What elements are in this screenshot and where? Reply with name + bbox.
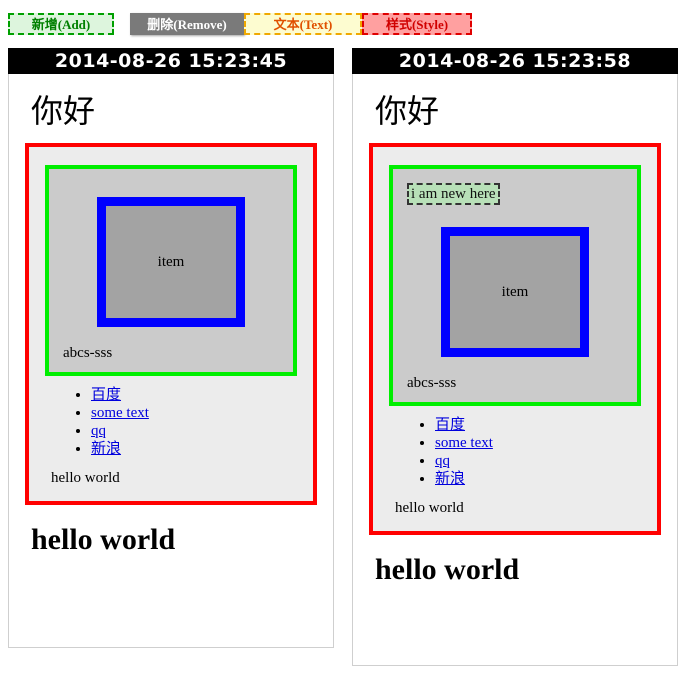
link-baidu[interactable]: 百度 [91,387,121,403]
link-some-text[interactable]: some text [435,435,493,451]
link-qq[interactable]: qq [91,423,106,439]
snapshot-panel-right: 2014-08-26 15:23:58 你好 i am new here ite… [352,48,678,666]
panel-left-greeting: 你好 [31,93,96,129]
list-item: 百度 [435,416,641,434]
remove-button[interactable]: 删除(Remove) [130,13,244,35]
panel-left-timestamp: 2014-08-26 15:23:45 [8,48,334,74]
list-item: 新浪 [435,470,641,488]
panel-left-red-box: item abcs-sss 百度 some text qq 新浪 hello w… [25,143,317,506]
link-some-text[interactable]: some text [91,405,149,421]
list-item: 百度 [91,386,297,404]
list-item: qq [435,452,641,470]
panel-left-abcs-label: abcs-sss [63,345,113,362]
snapshot-panel-left: 2014-08-26 15:23:45 你好 item abcs-sss 百度 … [8,48,334,648]
panel-left-green-box: item abcs-sss [45,165,297,377]
panel-left-blue-box: item [97,197,245,328]
panel-right-new-node: i am new here [407,183,500,206]
panel-right-abcs-label: abcs-sss [407,375,457,392]
panel-right-greeting: 你好 [375,93,440,129]
link-baidu[interactable]: 百度 [435,417,465,433]
panel-right-item-label: item [501,283,529,300]
add-button[interactable]: 新增(Add) [8,13,114,35]
style-button[interactable]: 样式(Style) [362,13,472,35]
list-item: some text [91,404,297,422]
list-item: qq [91,422,297,440]
panel-right-link-list: 百度 some text qq 新浪 [389,416,641,488]
panel-right-body: 你好 i am new here item abcs-sss 百度 some t… [353,93,677,588]
text-button[interactable]: 文本(Text) [244,13,362,35]
toolbar: 新增(Add) 删除(Remove) 文本(Text) 样式(Style) [0,0,684,44]
panel-left-body: 你好 item abcs-sss 百度 some text qq 新浪 hell… [9,93,333,558]
link-sina[interactable]: 新浪 [91,441,121,457]
panel-right-green-box: i am new here item abcs-sss [389,165,641,407]
panel-left-hello-text: hello world [51,470,120,487]
link-sina[interactable]: 新浪 [435,471,465,487]
panel-right-hello-text: hello world [395,500,464,517]
panel-left-hello-heading: hello world [31,523,176,557]
panel-left-link-list: 百度 some text qq 新浪 [45,386,297,458]
list-item: 新浪 [91,440,297,458]
panel-right-timestamp: 2014-08-26 15:23:58 [352,48,678,74]
link-qq[interactable]: qq [435,453,450,469]
panel-left-item-label: item [157,253,185,270]
panel-right-blue-box: item [441,227,589,358]
panel-right-hello-heading: hello world [375,553,520,587]
panel-right-red-box: i am new here item abcs-sss 百度 some text… [369,143,661,536]
list-item: some text [435,434,641,452]
